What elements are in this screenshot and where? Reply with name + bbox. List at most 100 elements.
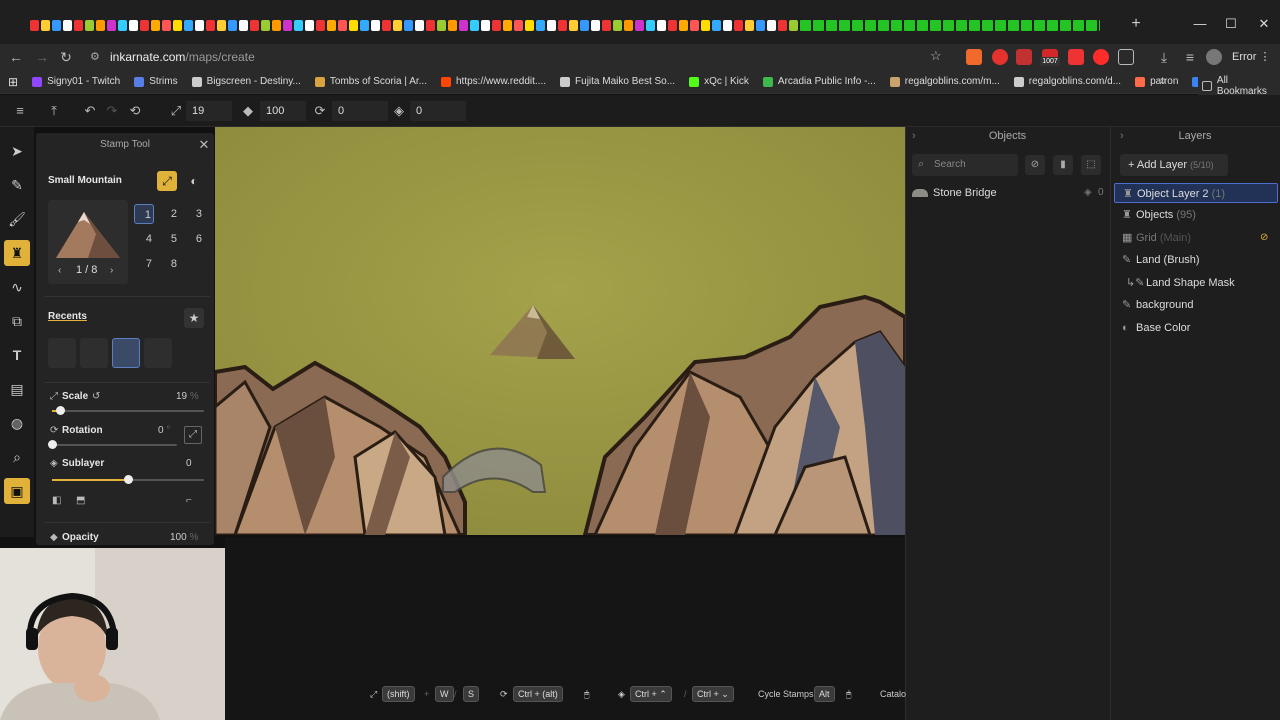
scale-slider-handle[interactable] [55,406,65,415]
tab-favicon-icon[interactable] [382,19,391,31]
zoom-icon[interactable]: ⌕ [4,444,30,470]
tab-favicon-icon[interactable] [96,19,105,31]
bookmark-item[interactable]: regalgoblins.com/d... [1013,76,1121,87]
tab-favicon-icon[interactable] [217,19,226,31]
tab-favicon-icon[interactable] [602,19,611,31]
rotation-slider[interactable] [52,444,177,446]
tab-favicon-icon[interactable] [415,19,424,31]
extension-icon[interactable] [992,49,1008,65]
random-variant-icon[interactable]: ⤢ [157,171,177,191]
opacity-field[interactable]: 100 [260,101,306,121]
tab-favicon-icon[interactable] [839,19,850,31]
tab-favicon-icon[interactable] [272,19,281,31]
apps-grid-icon[interactable]: ⊞ [8,75,18,89]
tab-favicon-icon[interactable] [800,19,811,31]
notes-icon[interactable]: ▤ [4,376,30,402]
bookmark-item[interactable]: Strims [134,76,178,87]
tab-favicon-icon[interactable] [624,19,633,31]
add-layer-button[interactable]: + Add Layer (5/10) [1120,154,1228,176]
site-info-icon[interactable]: ⚙ [90,51,102,63]
tab-favicon-icon[interactable] [283,19,292,31]
select-tool-icon[interactable]: ➤ [4,138,30,164]
tab-favicon-icon[interactable] [558,19,567,31]
flip-vertical-icon[interactable]: ⬒ [76,495,92,509]
tab-favicon-icon[interactable] [316,19,325,31]
tab-favicon-icon[interactable] [917,19,928,31]
variant-button[interactable]: 3 [184,204,204,224]
download-icon[interactable]: ⤓ [1154,47,1174,67]
scale-slider[interactable] [52,410,204,412]
tab-favicon-icon[interactable] [52,19,61,31]
tab-favicon-icon[interactable] [767,19,776,31]
maximize-icon[interactable]: ☐ [1221,14,1241,34]
variant-button[interactable]: 1 [134,204,154,224]
tab-favicon-icon[interactable] [745,19,754,31]
tab-favicon-icon[interactable] [228,19,237,31]
stamp-tool-icon[interactable]: ♜ [4,240,30,266]
tab-favicon-icon[interactable] [30,19,39,31]
bookmark-item[interactable]: Bigscreen - Destiny... [191,76,301,87]
tab-favicon-icon[interactable] [969,19,980,31]
rotation-field[interactable]: 0 [332,101,388,121]
tab-favicon-icon[interactable] [723,19,732,31]
bookmark-item[interactable]: xQc | Kick [689,76,749,87]
tab-favicon-icon[interactable] [878,19,889,31]
rotation-slider-handle[interactable] [48,440,57,449]
tab-favicon-icon[interactable] [995,19,1006,31]
tab-favicon-icon[interactable] [173,19,182,31]
tab-favicon-icon[interactable] [459,19,468,31]
tab-favicon-icon[interactable] [250,19,259,31]
variant-button[interactable]: 5 [159,229,179,249]
prev-variant-icon[interactable]: ‹ [58,265,61,276]
tab-favicon-icon[interactable] [426,19,435,31]
tab-favicon-icon[interactable] [591,19,600,31]
hamburger-menu-icon[interactable]: ≡ [12,103,28,119]
all-bookmarks-button[interactable]: All Bookmarks [1198,75,1280,97]
tab-favicon-icon[interactable] [1060,19,1071,31]
layer-item[interactable]: ✎ Land (Brush) [1114,250,1278,270]
tab-favicon-icon[interactable] [294,19,303,31]
palette-icon[interactable]: ◐ [184,171,204,191]
tab-favicon-icon[interactable] [239,19,248,31]
tab-favicon-icon[interactable] [1099,19,1100,31]
bookmark-star-icon[interactable]: ☆ [930,48,946,64]
save-icon[interactable]: ▣ [4,478,30,504]
tab-favicon-icon[interactable] [151,19,160,31]
close-panel-icon[interactable]: ✕ [198,138,210,152]
tab-favicon-icon[interactable] [305,19,314,31]
bookmark-item[interactable]: Arcadia Public Info -... [762,76,876,87]
extension-icon[interactable] [966,49,982,65]
tab-favicon-icon[interactable] [852,19,863,31]
map-canvas[interactable] [215,127,905,535]
url-field[interactable]: ⚙ inkarnate.com/maps/create [86,47,926,67]
media-icon[interactable]: ≡ [1180,47,1200,67]
sublayer-field[interactable]: 0 [410,101,466,121]
select-all-icon[interactable]: ⬚ [1081,155,1101,175]
tab-favicon-icon[interactable] [679,19,688,31]
tab-favicon-icon[interactable] [404,19,413,31]
tab-favicon-icon[interactable] [536,19,545,31]
layer-item[interactable]: ◐ Base Color [1114,318,1278,338]
tab-favicon-icon[interactable] [701,19,710,31]
reload-icon[interactable]: ↻ [56,47,76,67]
tab-favicon-icon[interactable] [756,19,765,31]
tab-favicon-icon[interactable] [327,19,336,31]
extension-icon[interactable] [1093,49,1109,65]
sublayer-value[interactable]: 0 [186,458,192,469]
tab-favicon-icon[interactable] [547,19,556,31]
pinned-tabs[interactable] [30,18,1100,32]
tab-favicon-icon[interactable] [195,19,204,31]
error-button[interactable]: Error ⋮ [1232,48,1272,66]
tab-favicon-icon[interactable] [1008,19,1019,31]
variant-button[interactable]: 4 [134,229,154,249]
tab-favicon-icon[interactable] [956,19,967,31]
undo-icon[interactable]: ↶ [82,103,98,119]
layer-item[interactable]: ✎ background [1114,295,1278,315]
object-search-input[interactable]: ⌕ Search [912,154,1018,176]
object-row[interactable]: Stone Bridge ◈ 0 [912,186,1104,202]
tab-favicon-icon[interactable] [481,19,490,31]
forward-icon[interactable]: → [32,47,52,67]
tab-favicon-icon[interactable] [85,19,94,31]
layer-item[interactable]: ↳✎ Land Shape Mask [1114,273,1278,293]
lock-icon[interactable]: ▮ [1053,155,1073,175]
